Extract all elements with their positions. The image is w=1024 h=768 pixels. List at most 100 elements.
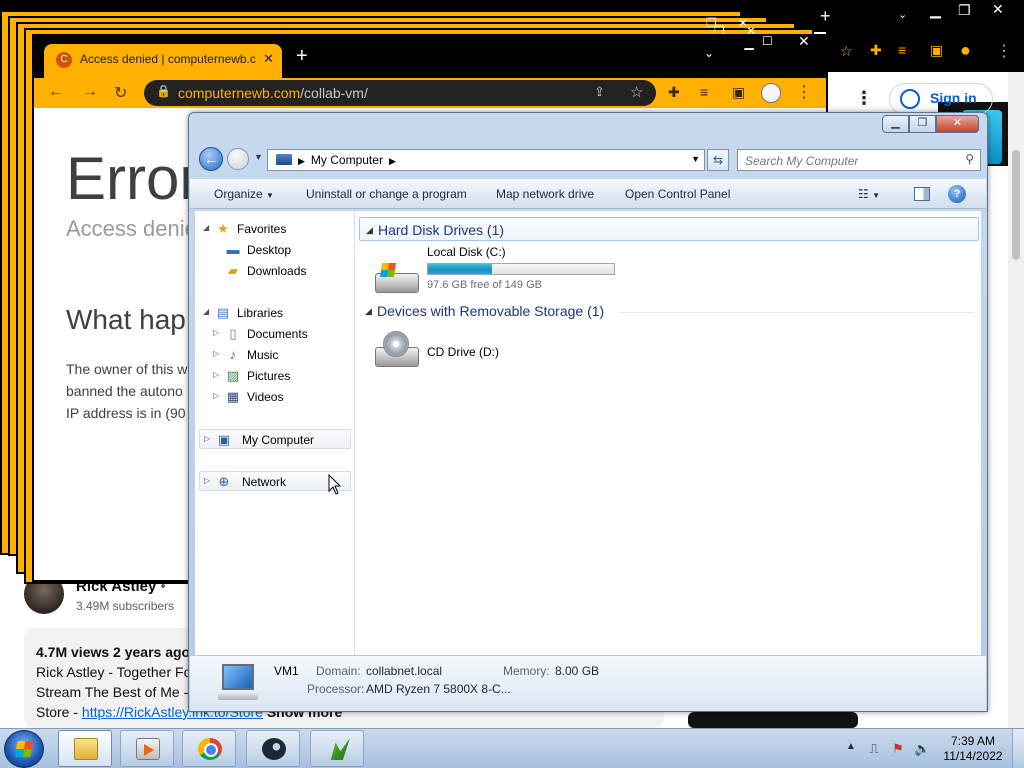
nav-item-my-computer[interactable]: ▷ ▣ My Computer <box>199 429 351 449</box>
search-icon[interactable]: ⚲ <box>965 152 974 166</box>
description-prefix: Store - <box>36 704 82 720</box>
refresh-button[interactable]: ⇆ <box>707 149 729 171</box>
taskbar-item-media-player[interactable] <box>120 730 174 767</box>
minimize-icon[interactable]: ▁ <box>930 2 941 19</box>
windows-logo-icon <box>14 741 34 757</box>
error-title: Error <box>66 145 200 212</box>
back-arrow-icon[interactable]: ← <box>48 83 64 101</box>
star-icon[interactable]: ☆ <box>840 43 853 60</box>
breadcrumb-my-computer[interactable]: My Computer <box>311 153 383 167</box>
lock-icon[interactable]: 🔒 <box>156 84 171 98</box>
expand-arrow-icon[interactable]: ▷ <box>213 370 219 379</box>
profile-icon[interactable] <box>761 83 781 103</box>
media-control-icon[interactable]: ≡ <box>700 84 708 100</box>
close-window-icon[interactable]: ✕ <box>798 33 810 50</box>
menu-kebab-icon[interactable]: ⋮ <box>796 82 812 102</box>
restore-icon[interactable]: ❐ <box>958 2 971 19</box>
breadcrumb-arrow-icon[interactable]: ▶ <box>298 156 305 166</box>
help-button[interactable]: ? <box>948 185 966 203</box>
maximize-icon[interactable]: ☐ <box>762 34 773 48</box>
extensions-icon[interactable]: ✚ <box>668 84 680 101</box>
maximize-button[interactable]: ❐ <box>909 115 936 133</box>
expand-arrow-icon[interactable]: ▷ <box>213 328 219 337</box>
profile-icon[interactable]: ● <box>960 40 971 61</box>
expand-arrow-icon[interactable]: ▷ <box>204 434 210 443</box>
recommended-thumbnail[interactable] <box>688 712 858 728</box>
hard-drive-icon[interactable] <box>373 257 421 297</box>
recent-pages-dropdown-icon[interactable]: ▼ <box>254 152 263 162</box>
new-tab-button[interactable]: + <box>296 45 308 68</box>
my-computer-window[interactable]: ▁ ❐ ✕ ← ▼ ▶ My Computer ▶ ▼ ⇆ Search My Co… <box>188 112 988 712</box>
nav-item-pictures[interactable]: ▷ ▨ Pictures <box>195 366 353 386</box>
search-input[interactable]: Search My Computer ⚲ <box>737 149 981 171</box>
expand-arrow-icon[interactable]: ▷ <box>213 391 219 400</box>
expand-arrow-icon[interactable]: ▷ <box>204 476 210 485</box>
scrollbar-thumb[interactable] <box>1012 150 1020 260</box>
expand-arrow-icon[interactable]: ◢ <box>203 223 209 232</box>
system-clock[interactable]: 7:39 AM 11/14/2022 <box>940 734 1006 764</box>
chevron-down-icon[interactable]: ⌄ <box>898 8 907 21</box>
nav-item-favorites[interactable]: ◢ ★ Favorites <box>195 219 353 239</box>
group-header-hard-disks[interactable]: ◢ Hard Disk Drives (1) <box>359 217 979 241</box>
action-center-icon[interactable]: ⚑ <box>890 741 906 757</box>
forward-arrow-icon[interactable]: → <box>82 83 98 101</box>
tab-strip: C Access denied | computernewb.c ✕ + ⌄ ▁… <box>34 33 826 78</box>
back-button[interactable]: ← <box>199 147 223 171</box>
drive-d-label[interactable]: CD Drive (D:) <box>427 345 499 359</box>
close-button[interactable]: ✕ <box>936 115 979 133</box>
drive-c-label[interactable]: Local Disk (C:) <box>427 245 506 259</box>
open-control-panel-button[interactable]: Open Control Panel <box>625 187 730 201</box>
more-options-icon[interactable]: ⋮ <box>855 88 873 109</box>
close-tab-icon[interactable]: ✕ <box>263 51 274 67</box>
address-bar[interactable]: 🔒 computernewb.com/collab-vm/ ⇪ ☆ <box>144 80 656 106</box>
collapse-arrow-icon[interactable]: ◢ <box>366 225 373 236</box>
show-desktop-button[interactable] <box>1012 729 1024 768</box>
group-header-removable[interactable]: ◢ Devices with Removable Storage (1) <box>359 299 979 323</box>
taskbar-item-app[interactable] <box>310 730 364 767</box>
taskbar-item-chrome[interactable] <box>182 730 236 767</box>
expand-arrow-icon[interactable]: ◢ <box>203 307 209 316</box>
nav-item-documents[interactable]: ▷ ▯ Documents <box>195 324 353 344</box>
tab-access-denied[interactable]: C Access denied | computernewb.c ✕ <box>44 44 282 78</box>
cd-drive-icon[interactable] <box>373 331 421 371</box>
new-tab-icon[interactable]: + <box>820 6 831 27</box>
uninstall-program-button[interactable]: Uninstall or change a program <box>306 187 467 201</box>
change-view-button[interactable]: ☷ ▼ <box>858 187 880 201</box>
menu-kebab-icon[interactable]: ⋮ <box>996 41 1012 61</box>
preview-pane-button[interactable] <box>914 187 930 201</box>
reload-icon[interactable]: ↻ <box>114 83 127 103</box>
network-tray-icon[interactable]: ⎍ <box>866 741 882 757</box>
extensions-icon[interactable]: ✚ <box>870 42 882 59</box>
group-header-label: Devices with Removable Storage (1) <box>377 303 605 319</box>
nav-item-desktop[interactable]: ▬ Desktop <box>195 240 353 260</box>
taskbar-item-steam[interactable] <box>246 730 300 767</box>
minimize-button[interactable]: ▁ <box>882 115 909 133</box>
tab-search-icon[interactable]: ⌄ <box>704 46 714 60</box>
volume-icon[interactable]: 🔈 <box>914 741 930 757</box>
bookmark-star-icon[interactable]: ☆ <box>630 83 643 101</box>
minimize-icon[interactable]: ▁ <box>734 36 764 50</box>
nav-item-downloads[interactable]: ▰ Downloads <box>195 261 353 281</box>
address-dropdown-icon[interactable]: ▼ <box>691 154 700 164</box>
nav-item-videos[interactable]: ▷ ▦ Videos <box>195 387 353 407</box>
chevron-down-icon: ▼ <box>872 191 881 200</box>
media-control-icon[interactable]: ≡ <box>898 42 906 58</box>
start-button[interactable] <box>4 730 44 768</box>
breadcrumb-arrow-icon[interactable]: ▶ <box>389 156 396 166</box>
nav-item-music[interactable]: ▷ ♪ Music <box>195 345 353 365</box>
taskbar-item-explorer[interactable] <box>58 730 112 767</box>
nav-item-libraries[interactable]: ◢ ▤ Libraries <box>195 303 353 323</box>
map-network-drive-button[interactable]: Map network drive <box>496 187 594 201</box>
expand-arrow-icon[interactable]: ▷ <box>213 349 219 358</box>
forward-button[interactable] <box>227 148 249 170</box>
share-icon[interactable]: ⇪ <box>594 84 605 100</box>
side-panel-icon[interactable]: ▣ <box>930 42 943 59</box>
error-subtitle: Access denie <box>66 216 197 241</box>
organize-menu[interactable]: Organize ▼ <box>214 187 274 201</box>
address-box[interactable]: ▶ My Computer ▶ ▼ <box>267 149 705 171</box>
close-icon[interactable]: ✕ <box>992 1 1004 18</box>
show-hidden-icons-icon[interactable]: ▲ <box>846 741 856 752</box>
side-panel-icon[interactable]: ▣ <box>732 84 745 101</box>
collapse-arrow-icon[interactable]: ◢ <box>365 306 372 317</box>
sign-in-button[interactable]: Sign in <box>889 83 993 115</box>
